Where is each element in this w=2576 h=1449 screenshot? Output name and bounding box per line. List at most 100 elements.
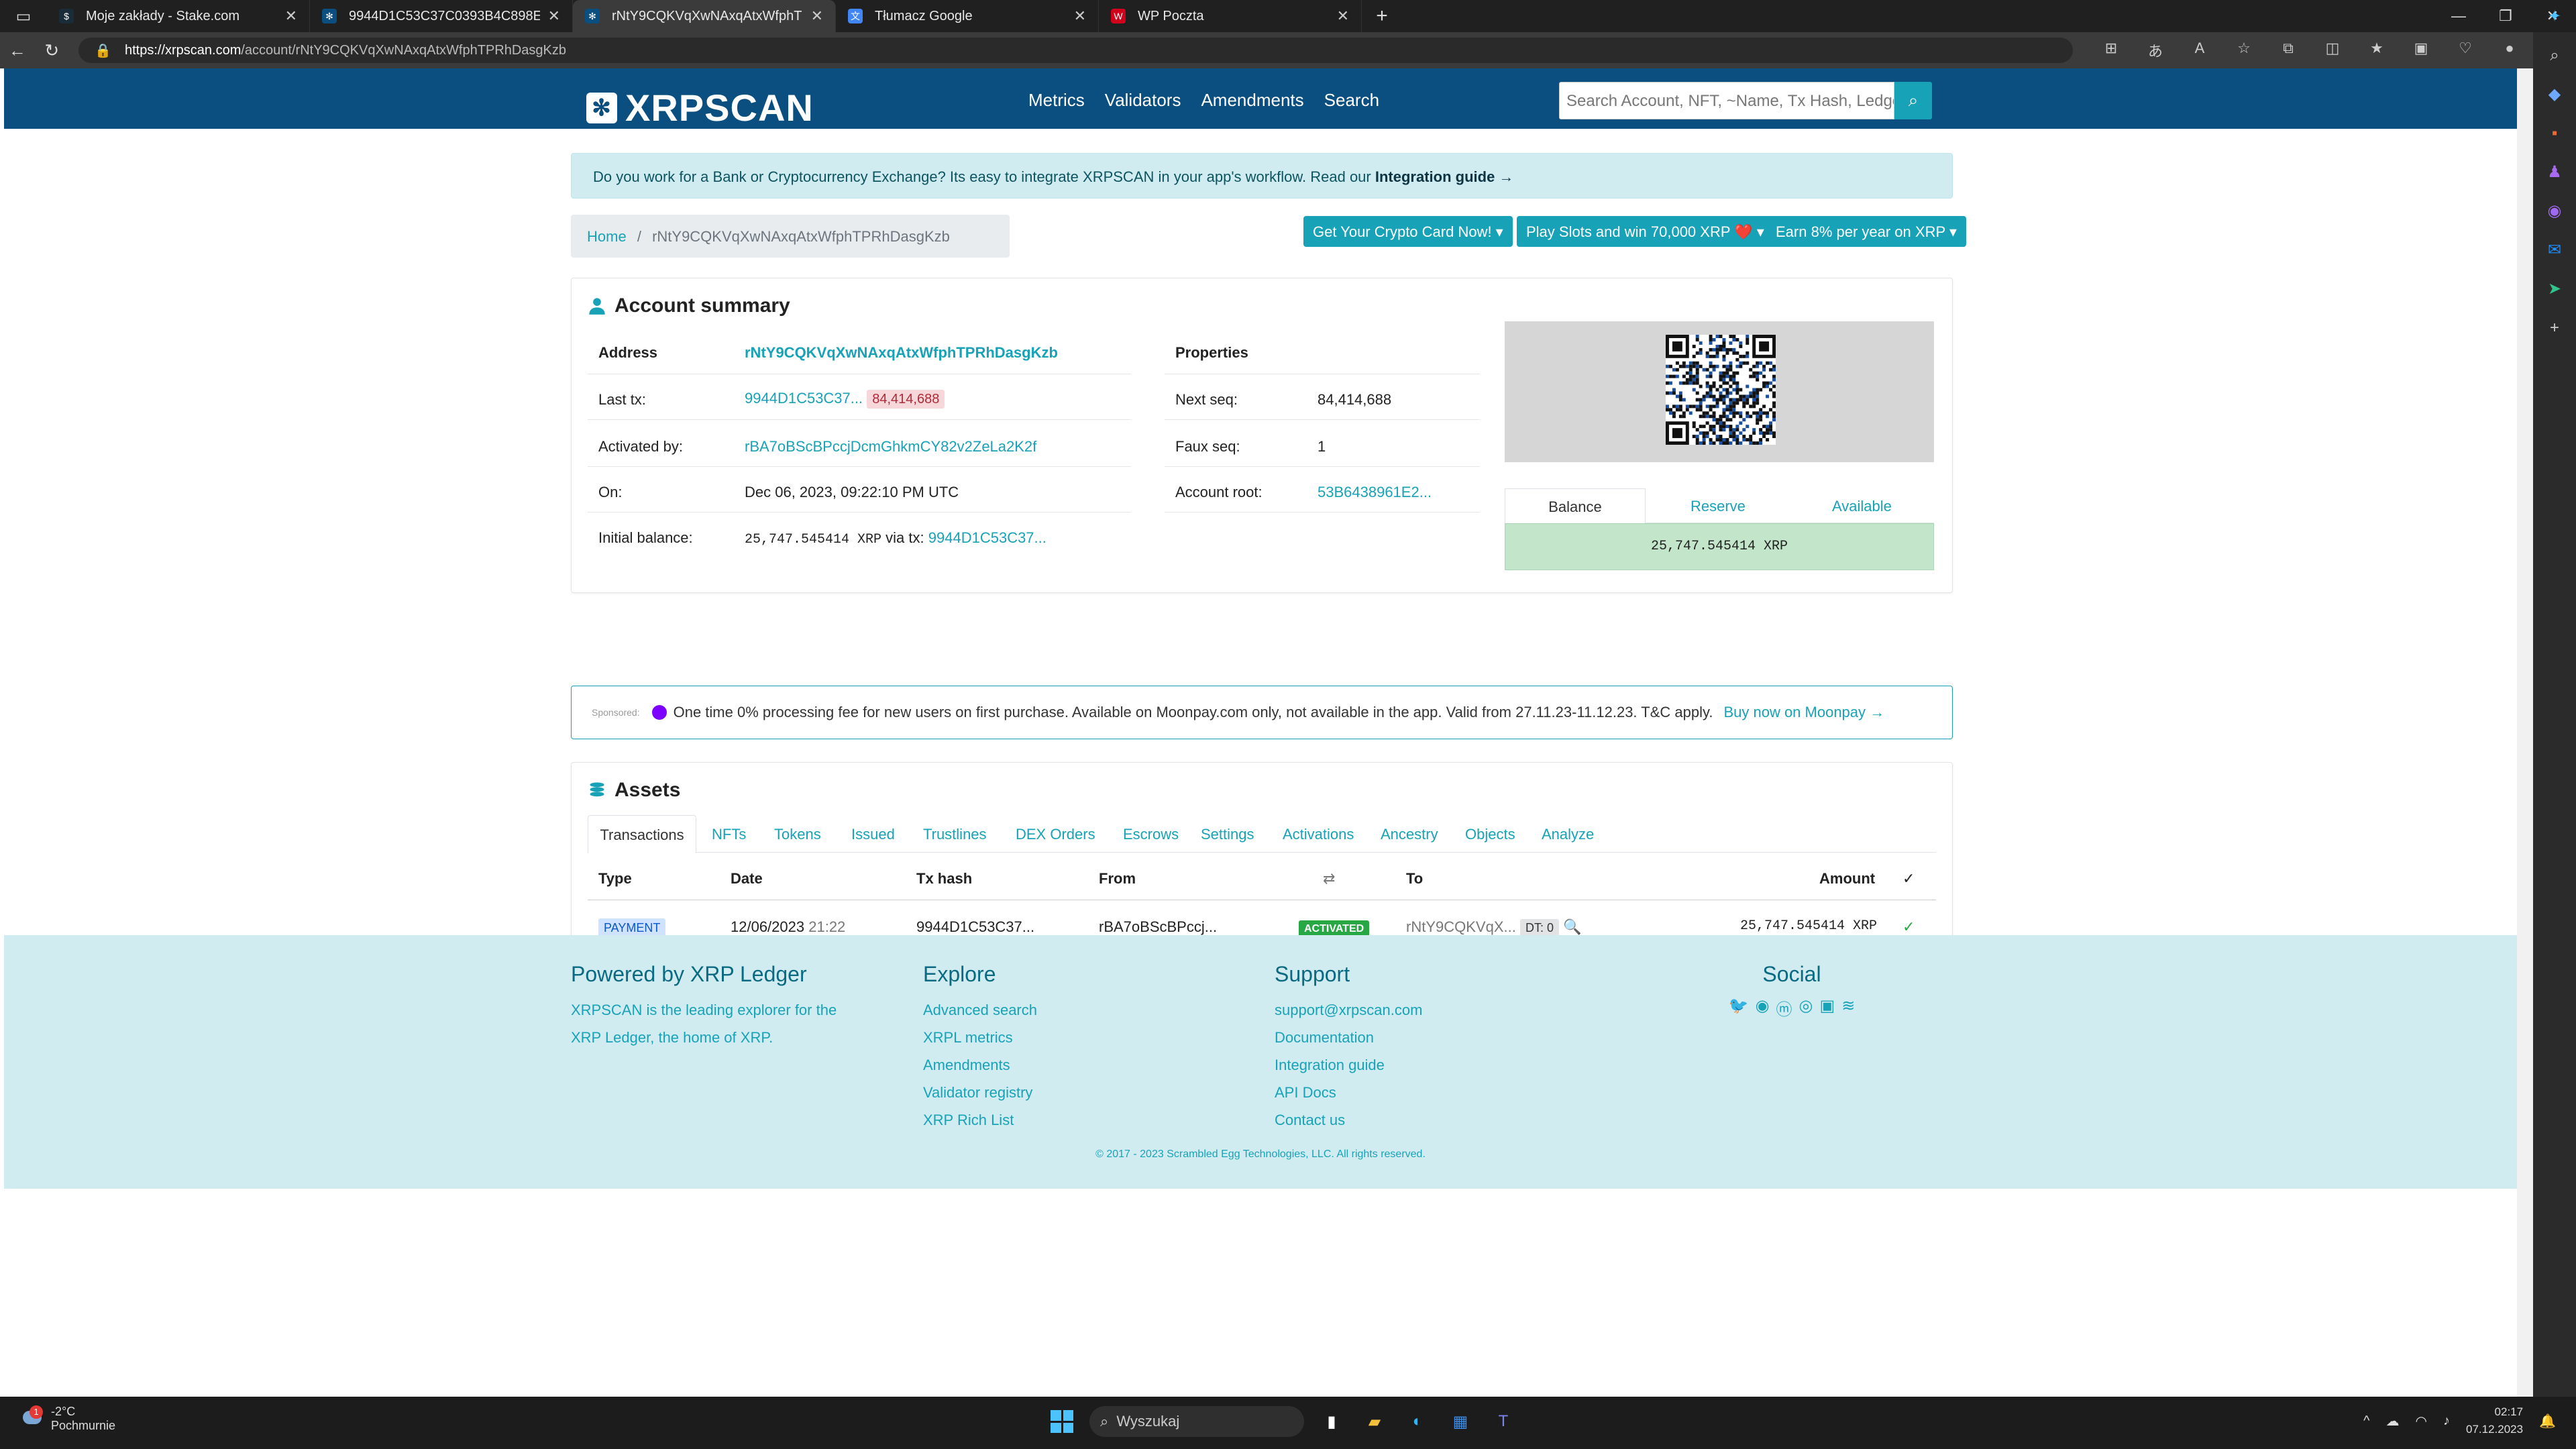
earn-xrp-dropdown[interactable]: Earn 8% per year on XRP ▾: [1766, 216, 1966, 247]
footer-link-rich-list[interactable]: XRP Rich List: [923, 1106, 1037, 1134]
search-input[interactable]: Search Account, NFT, ~Name, Tx Hash, Led…: [1559, 82, 1894, 119]
browser-tab-stake[interactable]: $ Moje zakłady - Stake.com ✕: [47, 0, 310, 32]
nav-search[interactable]: Search: [1324, 90, 1379, 111]
breadcrumb-home[interactable]: Home: [587, 228, 627, 245]
browser-tab-tx[interactable]: ✻ 9944D1C53C37C0393B4C898E1C ✕: [310, 0, 573, 32]
taskbar-search[interactable]: ⌕ Wyszukaj: [1089, 1406, 1304, 1437]
tab-tokens[interactable]: Tokens: [774, 826, 821, 843]
add-sidebar-icon[interactable]: +: [2533, 309, 2576, 347]
footer-link-xrpl-metrics[interactable]: XRPL metrics: [923, 1024, 1037, 1051]
clock[interactable]: 02:17 07.12.2023: [2466, 1403, 2523, 1438]
tools-icon[interactable]: ▪: [2533, 114, 2576, 153]
tab-analyze[interactable]: Analyze: [1542, 826, 1594, 843]
collections-icon[interactable]: ▣: [2399, 40, 2443, 61]
twitter-icon[interactable]: 🐦: [1729, 996, 1749, 1020]
app-available-icon[interactable]: ⊞: [2089, 40, 2133, 61]
sidebar-search-icon[interactable]: ⌕: [2533, 36, 2576, 75]
task-view-icon[interactable]: ▮: [1316, 1406, 1347, 1437]
browser-essentials-icon[interactable]: ♡: [2443, 40, 2487, 61]
play-slots-dropdown[interactable]: Play Slots and win 70,000 XRP ❤️ ▾: [1517, 216, 1774, 247]
footer-link-advanced-search[interactable]: Advanced search: [923, 996, 1037, 1024]
xrpl-icon[interactable]: ≋: [1841, 996, 1855, 1020]
instagram-icon[interactable]: ▣: [1820, 996, 1835, 1020]
tab-issued[interactable]: Issued: [851, 826, 895, 843]
onedrive-icon[interactable]: ☁: [2386, 1413, 2400, 1430]
close-icon[interactable]: ✕: [548, 7, 560, 25]
m365-icon[interactable]: ◉: [2533, 192, 2576, 231]
tab-nfts[interactable]: NFTs: [712, 826, 746, 843]
wifi-icon[interactable]: ◠: [2416, 1413, 2427, 1430]
extensions-icon[interactable]: ⧉: [2266, 40, 2310, 61]
mastodon-icon[interactable]: ⓜ: [1776, 996, 1792, 1020]
close-icon[interactable]: ✕: [1337, 7, 1349, 25]
chevron-up-icon[interactable]: ^: [2363, 1413, 2369, 1429]
last-tx-link[interactable]: 9944D1C53C37...: [745, 390, 863, 407]
browser-tab-translate[interactable]: 文 Tłumacz Google ✕: [836, 0, 1099, 32]
tab-dex-orders[interactable]: DEX Orders: [1016, 826, 1095, 843]
reddit-icon[interactable]: ◉: [1756, 996, 1770, 1020]
tx-hash-link[interactable]: 9944D1C53C37...: [916, 918, 1034, 936]
restore-icon[interactable]: ❐: [2482, 0, 2529, 32]
teams-icon[interactable]: T: [1488, 1406, 1519, 1437]
browser-tab-account[interactable]: ✻ rNtY9CQKVqXwNAxqAtxWfphTP ✕: [573, 0, 836, 32]
weather-widget[interactable]: 1 -2°C Pochmurnie: [20, 1405, 115, 1433]
tab-settings[interactable]: Settings: [1201, 826, 1254, 843]
tab-escrows[interactable]: Escrows: [1123, 826, 1179, 843]
tab-balance[interactable]: Balance: [1505, 488, 1646, 524]
tab-available[interactable]: Available: [1832, 498, 1892, 515]
tab-trustlines[interactable]: Trustlines: [923, 826, 987, 843]
games-icon[interactable]: ♟: [2533, 153, 2576, 192]
new-tab-button[interactable]: +: [1362, 0, 1402, 32]
footer-link-amendments[interactable]: Amendments: [923, 1051, 1037, 1079]
close-icon[interactable]: ✕: [285, 7, 297, 25]
footer-link-api-docs[interactable]: API Docs: [1275, 1079, 1422, 1106]
file-explorer-icon[interactable]: ▰: [1359, 1406, 1390, 1437]
nav-amendments[interactable]: Amendments: [1201, 90, 1303, 111]
integration-guide-link[interactable]: Integration guide →: [1375, 168, 1514, 185]
tx-from-link[interactable]: rBA7oBScBPccj...: [1099, 918, 1217, 936]
notifications-icon[interactable]: 🔔: [2539, 1413, 2556, 1430]
zoom-icon[interactable]: 🔍: [1563, 918, 1581, 935]
github-icon[interactable]: ◎: [1799, 996, 1813, 1020]
crypto-card-dropdown[interactable]: Get Your Crypto Card Now! ▾: [1303, 216, 1513, 247]
tab-actions-icon[interactable]: ▭: [0, 0, 47, 32]
store-icon[interactable]: ▦: [1445, 1406, 1476, 1437]
close-icon[interactable]: ✕: [811, 7, 823, 25]
footer-link-support-email[interactable]: support@xrpscan.com: [1275, 996, 1422, 1024]
tab-ancestry[interactable]: Ancestry: [1381, 826, 1438, 843]
account-root-link[interactable]: 53B6438961E2...: [1318, 484, 1432, 501]
copilot-icon[interactable]: ✦: [2533, 0, 2576, 36]
split-screen-icon[interactable]: ◫: [2310, 40, 2355, 61]
url-input[interactable]: 🔒 https://xrpscan.com/account/rNtY9CQKVq…: [78, 38, 2074, 63]
activated-by-link[interactable]: rBA7oBScBPccjDcmGhkmCY82v2ZeLa2K2f: [745, 438, 1036, 455]
close-icon[interactable]: ✕: [1074, 7, 1086, 25]
read-aloud-icon[interactable]: A: [2178, 40, 2222, 61]
minimize-icon[interactable]: —: [2435, 0, 2482, 32]
xrpscan-logo[interactable]: ✻ XRPSCAN: [586, 86, 814, 129]
tab-objects[interactable]: Objects: [1465, 826, 1515, 843]
profile-avatar[interactable]: ●: [2487, 40, 2532, 61]
favorites-icon[interactable]: ★: [2355, 40, 2399, 61]
tab-activations[interactable]: Activations: [1283, 826, 1354, 843]
volume-icon[interactable]: ♪: [2443, 1413, 2450, 1429]
outlook-icon[interactable]: ✉: [2533, 231, 2576, 270]
edge-icon[interactable]: ◐: [1402, 1406, 1433, 1437]
search-button[interactable]: ⌕: [1894, 82, 1932, 119]
send-icon[interactable]: ➤: [2533, 270, 2576, 309]
tab-reserve[interactable]: Reserve: [1690, 498, 1746, 515]
moonpay-link[interactable]: Buy now on Moonpay →: [1723, 704, 1884, 721]
browser-tab-wp[interactable]: W WP Poczta ✕: [1099, 0, 1362, 32]
refresh-icon[interactable]: ↻: [35, 40, 70, 61]
page-scrollbar[interactable]: [2517, 68, 2533, 1397]
favorite-star-icon[interactable]: ☆: [2222, 40, 2266, 61]
footer-link-integration-guide[interactable]: Integration guide: [1275, 1051, 1422, 1079]
nav-metrics[interactable]: Metrics: [1028, 90, 1085, 111]
via-tx-link[interactable]: 9944D1C53C37...: [928, 529, 1046, 546]
tab-transactions[interactable]: Transactions: [588, 815, 696, 853]
start-button[interactable]: [1046, 1406, 1077, 1437]
footer-link-validator-registry[interactable]: Validator registry: [923, 1079, 1037, 1106]
translate-icon[interactable]: あ: [2133, 40, 2178, 61]
footer-link-documentation[interactable]: Documentation: [1275, 1024, 1422, 1051]
address-link[interactable]: rNtY9CQKVqXwNAxqAtxWfphTPRhDasgKzb: [745, 344, 1058, 362]
nav-validators[interactable]: Validators: [1105, 90, 1181, 111]
